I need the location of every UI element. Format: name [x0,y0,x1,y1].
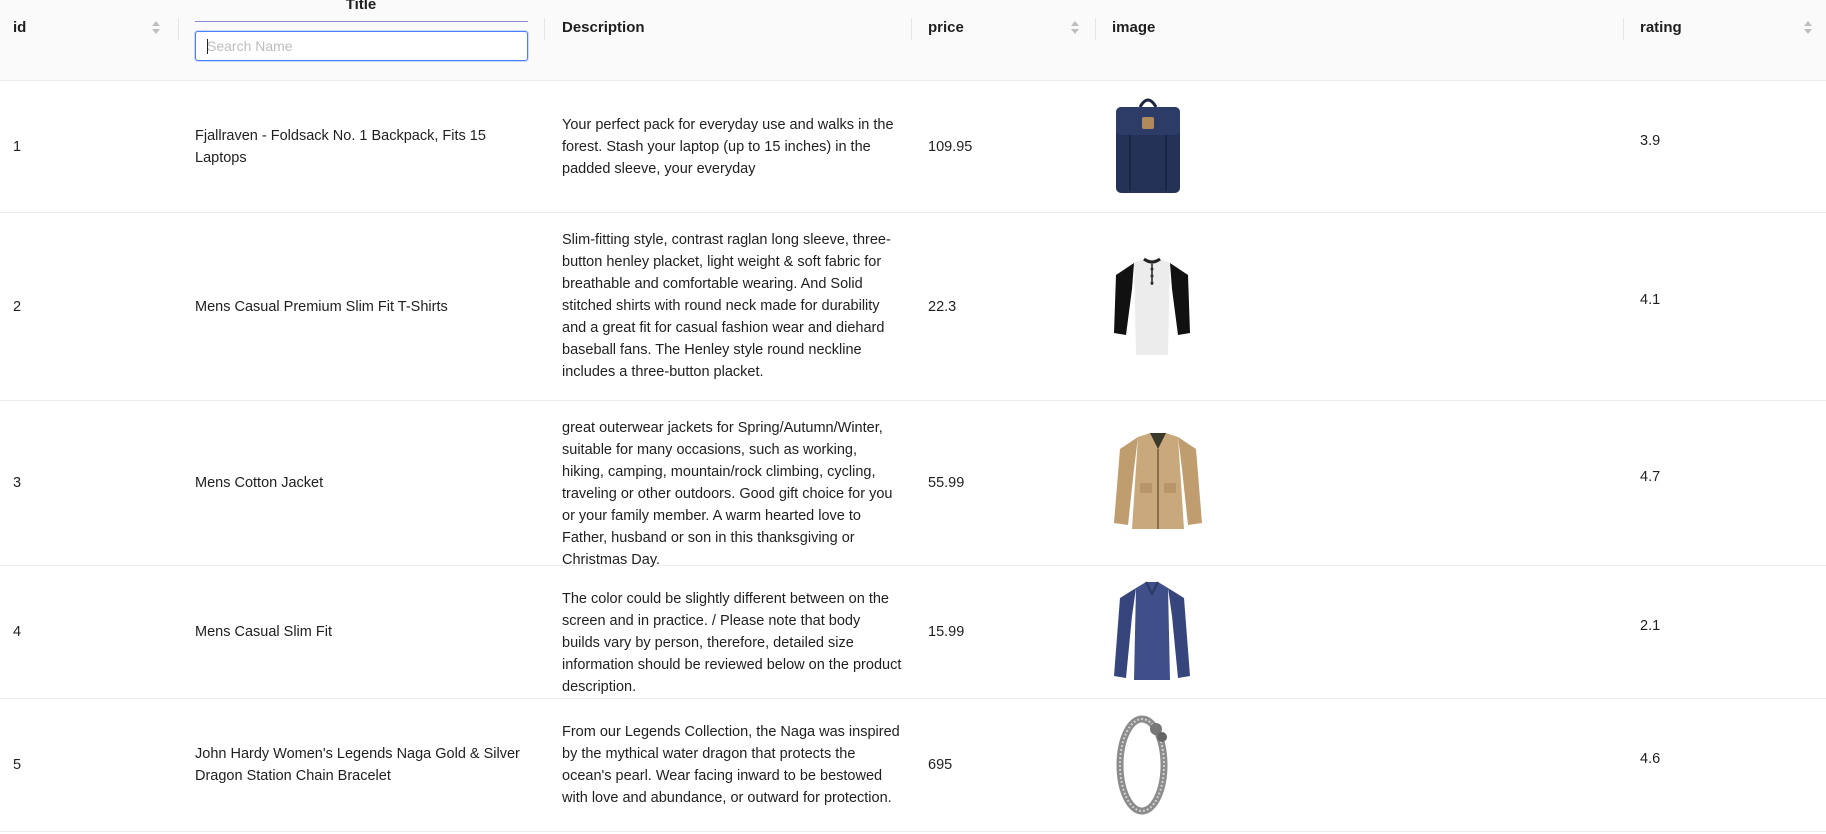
row-price: 22.3 [928,298,957,315]
column-header-description: Description [562,0,902,80]
row-title: Fjallraven - Foldsack No. 1 Backpack, Fi… [195,127,486,166]
slim-fit-shirt-image [1112,580,1192,684]
row-id: 4 [13,624,22,640]
column-divider [178,18,179,40]
table-row[interactable]: 2 Mens Casual Premium Slim Fit T-Shirts … [0,213,1826,401]
henley-shirt-image [1112,255,1192,359]
column-header-title-label: Title [345,0,377,13]
column-header-image-label: image [1112,19,1156,36]
row-description: The color could be slightly different be… [562,591,902,695]
row-id: 1 [13,138,22,155]
cotton-jacket-image [1112,431,1204,535]
column-header-rating-label: rating [1640,19,1682,36]
row-title: Mens Casual Premium Slim Fit T-Shirts [195,298,448,315]
column-header-id[interactable]: id [13,0,173,80]
row-description: Slim-fitting style, contrast raglan long… [562,232,891,380]
row-description: Your perfect pack for everyday use and w… [562,117,894,177]
row-id: 3 [13,475,22,491]
column-divider [1623,18,1624,40]
row-rating: 4.6 [1640,751,1661,767]
table-row[interactable]: 1 Fjallraven - Foldsack No. 1 Backpack, … [0,81,1826,213]
table-row[interactable]: 4 Mens Casual Slim Fit The color could b… [0,566,1826,699]
sort-rating-icon[interactable] [1804,21,1812,35]
row-title: John Hardy Women's Legends Naga Gold & S… [195,746,520,784]
row-id: 5 [13,757,22,773]
products-table: id Title Description price im [0,0,1826,832]
row-rating: 4.1 [1640,292,1661,308]
row-id: 2 [13,298,22,315]
title-filter-underline [195,21,528,22]
row-rating: 2.1 [1640,618,1661,634]
row-price: 55.99 [928,475,965,491]
row-title: Mens Cotton Jacket [195,475,324,491]
row-rating: 3.9 [1640,133,1661,149]
row-price: 15.99 [928,624,965,640]
bracelet-image [1112,713,1176,817]
table-row[interactable]: 3 Mens Cotton Jacket great outerwear jac… [0,401,1826,568]
row-description: From our Legends Collection, the Naga wa… [562,724,900,806]
column-divider [1095,18,1096,40]
row-title: Mens Casual Slim Fit [195,624,332,640]
column-header-price[interactable]: price [928,0,1079,80]
column-header-rating[interactable]: rating [1640,0,1820,80]
column-header-price-label: price [928,19,964,36]
row-price: 695 [928,757,953,773]
table-row[interactable]: 5 John Hardy Women's Legends Naga Gold &… [0,699,1826,832]
column-divider [544,18,545,40]
sort-id-icon[interactable] [152,21,160,35]
column-header-image: image [1112,0,1612,80]
row-price: 109.95 [928,138,973,155]
column-header-id-label: id [13,19,27,36]
column-header-description-label: Description [562,19,645,36]
row-description: great outerwear jackets for Spring/Autum… [562,420,893,568]
text-cursor [207,39,208,54]
search-name-input[interactable] [195,31,528,61]
row-rating: 4.7 [1640,469,1661,485]
sort-price-icon[interactable] [1071,21,1079,35]
table-header: id Title Description price im [0,0,1826,81]
backpack-image [1112,95,1184,197]
column-divider [911,18,912,40]
